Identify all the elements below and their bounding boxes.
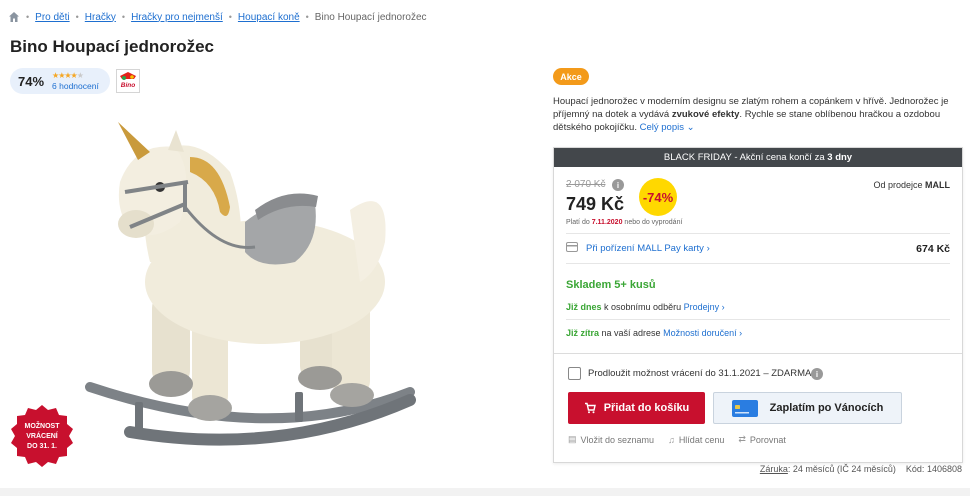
divider [566, 319, 950, 320]
rating-count-link[interactable]: 6 hodnocení [52, 81, 99, 92]
product-description: Houpací jednorožec v moderním designu se… [553, 95, 958, 134]
rating-details: ★★★★★ 6 hodnocení [52, 70, 99, 92]
rating-stars: ★★★★★ [52, 71, 84, 80]
page-title: Bino Houpací jednorožec [10, 37, 215, 56]
pay-after-christmas-label: Zaplatím po Vánocích [769, 402, 884, 414]
rating-summary[interactable]: 74% ★★★★★ 6 hodnocení [10, 68, 110, 94]
section-divider [0, 488, 970, 496]
chevron-right-icon: › [739, 328, 743, 338]
return-badge: MOŽNOST VRÁCENÍ DO 31. 1. [11, 405, 73, 467]
divider [566, 263, 950, 264]
product-code: 1406808 [926, 464, 962, 474]
seller-prefix: Od prodejce [873, 180, 923, 190]
black-friday-days: 3 dny [827, 152, 853, 163]
breadcrumb: • Pro děti • Hračky • Hračky pro nejmenš… [8, 9, 427, 25]
delivery-availability: Již zítra na vaší adrese Možnosti doruče… [566, 328, 742, 338]
breadcrumb-separator: • [26, 12, 30, 22]
return-badge-line-2: VRÁCENÍ [26, 431, 59, 440]
extend-return-label: Prodloužit možnost vrácení do 31.1.2021 … [588, 368, 812, 379]
pickup-text: k osobnímu odběru [604, 302, 682, 312]
return-badge-line-1: MOŽNOST [25, 421, 61, 430]
warranty-link[interactable]: Záruka [760, 464, 788, 474]
delivery-options-link[interactable]: Možnosti doručení › [663, 328, 742, 338]
valid-date: 7.11.2020 [591, 219, 623, 226]
breadcrumb-link[interactable]: Pro děti [35, 12, 69, 23]
secondary-actions: ▤ Vložit do seznamu ♫ Hlídat cenu ⇄ Porovna… [568, 434, 800, 445]
offer-box: BLACK FRIDAY - Akční cena končí za 3 dny… [553, 147, 963, 463]
black-friday-bar: BLACK FRIDAY - Akční cena končí za 3 dny [554, 148, 962, 167]
breadcrumb-separator: • [305, 12, 309, 22]
black-friday-text: BLACK FRIDAY - Akční cena končí za [663, 152, 825, 163]
add-to-list-link[interactable]: ▤ Vložit do seznamu [568, 434, 654, 445]
breadcrumb-link[interactable]: Houpací koně [238, 12, 300, 23]
discount-badge: -74% [639, 178, 677, 216]
full-description-link[interactable]: Celý popis ⌄ [640, 122, 695, 133]
delivery-options-label: Možnosti doručení [663, 328, 737, 338]
add-to-cart-button[interactable]: Přidat do košíku [568, 392, 705, 424]
credit-card-icon [566, 242, 578, 252]
breadcrumb-separator: • [121, 12, 126, 22]
price-validity: Platí do 7.11.2020 nebo do vyprodání [566, 219, 682, 226]
pickup-when: Již dnes [566, 302, 602, 312]
breadcrumb-link[interactable]: Hračky pro nejmenší [131, 12, 223, 23]
list-icon: ▤ [568, 434, 577, 444]
rating-percent: 74% [18, 73, 45, 89]
current-price: 749 Kč [566, 194, 625, 214]
stores-link[interactable]: Prodejny › [684, 302, 725, 312]
brand-logo[interactable]: Bino [116, 69, 140, 93]
pay-after-christmas-button[interactable]: Zaplatím po Vánocích [713, 392, 902, 424]
valid-prefix: Platí do [566, 219, 590, 226]
description-bold: zvukové efekty [671, 109, 740, 120]
breadcrumb-separator: • [228, 12, 232, 22]
info-icon[interactable]: i [811, 368, 823, 380]
chevron-right-icon: › [706, 243, 710, 254]
old-price: 2 070 Kč [566, 179, 606, 190]
bino-logo-icon: Bino [117, 70, 139, 92]
watch-price-link[interactable]: ♫ Hlídat cenu [668, 434, 724, 445]
product-image[interactable] [80, 112, 480, 472]
product-code-label: Kód: [905, 464, 925, 474]
breadcrumb-link[interactable]: Hračky [85, 12, 116, 23]
watch-price-label: Hlídat cenu [678, 434, 725, 445]
home-icon[interactable] [8, 11, 20, 23]
breadcrumb-current: Bino Houpací jednorožec [314, 11, 427, 23]
extend-return-checkbox[interactable] [568, 367, 581, 380]
bell-icon: ♫ [668, 434, 675, 445]
valid-suffix: nebo do vyprodání [624, 219, 683, 226]
seller-name: MALL [925, 180, 950, 190]
empty-star-icon: ★ [76, 71, 84, 80]
pickup-availability: Již dnes k osobnímu odběru Prodejny › [566, 302, 725, 312]
mallpay-price: 674 Kč [916, 243, 950, 255]
divider [554, 353, 962, 354]
warranty-info: Záruka: 24 měsíců (IČ 24 měsíců) Kód: 14… [760, 464, 962, 474]
compare-link[interactable]: ⇄ Porovnat [738, 434, 786, 445]
compare-icon: ⇄ [738, 434, 746, 444]
add-to-cart-label: Přidat do košíku [603, 402, 690, 414]
sale-badge: Akce [553, 68, 589, 85]
stock-status: Skladem 5+ kusů [566, 279, 656, 291]
payment-card-icon [731, 399, 758, 417]
mallpay-label: Při pořízení MALL Pay karty [586, 243, 704, 254]
chevron-right-icon: › [721, 302, 725, 312]
divider [566, 233, 950, 234]
warranty-text: : 24 měsíců (IČ 24 měsíců) [787, 464, 896, 474]
delivery-text: na vaší adrese [601, 328, 661, 338]
add-to-list-label: Vložit do seznamu [580, 434, 655, 445]
brand-logo-text: Bino [121, 82, 135, 89]
delivery-when: Již zítra [566, 328, 600, 338]
seller-info: Od prodejce MALL [873, 180, 950, 190]
mallpay-link[interactable]: Při pořízení MALL Pay karty › [586, 243, 710, 254]
stores-label: Prodejny [683, 302, 720, 312]
return-badge-line-3: DO 31. 1. [27, 443, 57, 450]
compare-label: Porovnat [749, 434, 786, 445]
chevron-down-icon: ⌄ [686, 122, 695, 133]
info-icon[interactable]: i [612, 179, 624, 191]
full-description-label: Celý popis [639, 122, 684, 133]
cart-icon [584, 402, 596, 414]
breadcrumb-separator: • [75, 12, 79, 22]
